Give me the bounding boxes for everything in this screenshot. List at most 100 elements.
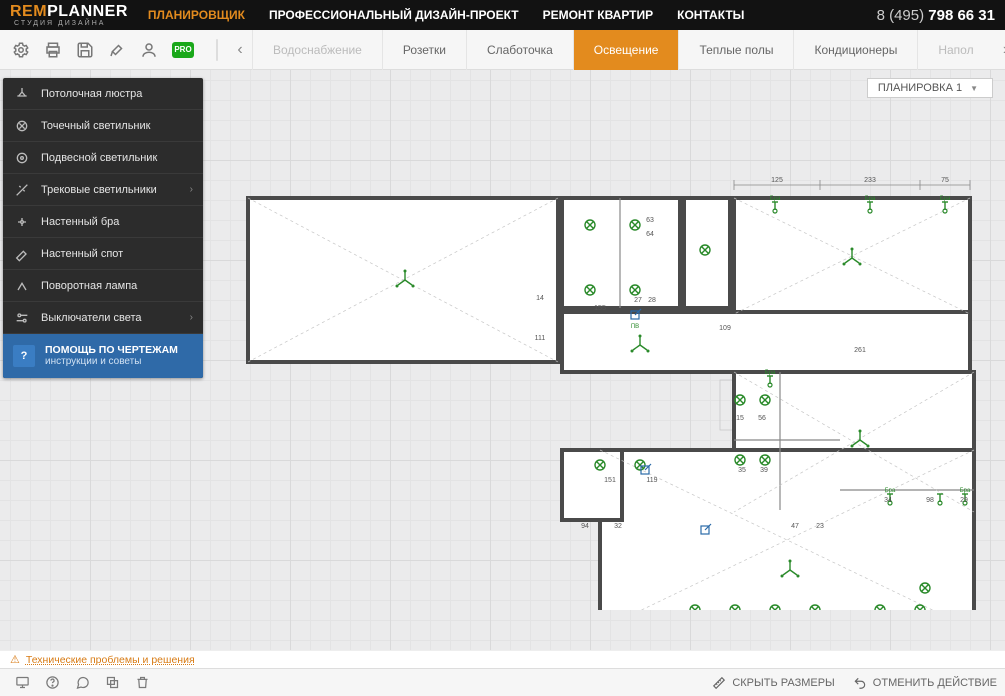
help-icon: ? — [13, 345, 35, 367]
dim-entry-a: 94 — [581, 523, 589, 530]
bra-label: Бра — [885, 488, 896, 494]
user-icon[interactable] — [134, 36, 164, 64]
wall-spot-icon — [13, 245, 31, 263]
floorplan-canvas[interactable]: 125 233 75 — [240, 130, 980, 610]
dim-corr-w: 109 — [719, 325, 731, 332]
nav-planner[interactable]: ПЛАНИРОВЩИК — [148, 8, 245, 22]
planning-dropdown[interactable]: ПЛАНИРОВКА 1 — [867, 78, 993, 98]
tab-lighting[interactable]: Освещение — [573, 30, 679, 70]
phone-main: 798 66 31 — [928, 7, 995, 24]
status-left — [8, 672, 156, 694]
problems-link[interactable]: Технические проблемы и решения — [26, 654, 195, 666]
dim-bath-s2: 28 — [648, 297, 656, 304]
help-circle-icon[interactable] — [38, 672, 66, 694]
view-2d-button[interactable]: 2D — [217, 40, 218, 60]
sidebar-item-swivel-lamp[interactable]: Поворотная лампа — [3, 270, 203, 302]
save-icon[interactable] — [70, 36, 100, 64]
dim-corr-long: 261 — [854, 347, 866, 354]
sidebar-item-label: Точечный светильник — [41, 120, 150, 132]
tab-sockets[interactable]: Розетки — [382, 30, 466, 70]
status-right: СКРЫТЬ РАЗМЕРЫ ОТМЕНИТЬ ДЕЙСТВИЕ — [712, 676, 997, 690]
sidebar-item-wall-bra[interactable]: Настенный бра — [3, 206, 203, 238]
lighting-palette: Потолочная люстра Точечный светильник По… — [3, 78, 203, 378]
tabs-next-icon[interactable]: › — [994, 30, 1005, 70]
hide-sizes-label: СКРЫТЬ РАЗМЕРЫ — [732, 677, 834, 689]
chandelier-icon — [13, 85, 31, 103]
phone-prefix: 8 (495) — [877, 7, 929, 24]
hide-sizes-button[interactable]: СКРЫТЬ РАЗМЕРЫ — [712, 676, 834, 690]
chat-icon[interactable] — [68, 672, 96, 694]
dim-left-hall: 111 — [535, 335, 546, 342]
pendant-icon — [13, 149, 31, 167]
sidebar-item-track-lights[interactable]: Трековые светильники › — [3, 174, 203, 206]
nav-design[interactable]: ПРОФЕССИОНАЛЬНЫЙ ДИЗАЙН-ПРОЕКТ — [269, 8, 519, 22]
swivel-icon — [13, 277, 31, 295]
undo-button[interactable]: ОТМЕНИТЬ ДЕЙСТВИЕ — [853, 676, 997, 690]
trash-icon[interactable] — [128, 672, 156, 694]
gear-icon[interactable] — [6, 36, 36, 64]
dim-bed-a: 15 — [736, 415, 744, 422]
switch-icon — [13, 309, 31, 327]
dim-liv-a: 47 — [791, 523, 799, 530]
dim-kitchen-c: 29 — [960, 497, 968, 504]
dim-hall-l: 151 — [604, 477, 616, 484]
workspace[interactable]: ПЛАНИРОВКА 1 Потолочная люстра Точечный … — [0, 70, 1005, 650]
tab-lowvolt[interactable]: Слаботочка — [466, 30, 573, 70]
print-icon[interactable] — [38, 36, 68, 64]
nav-contacts[interactable]: КОНТАКТЫ — [677, 8, 744, 22]
bra-label: Бра — [940, 196, 951, 202]
dim-hall-r: 119 — [646, 477, 657, 484]
logo-subtitle: СТУДИЯ ДИЗАЙНА — [14, 20, 128, 27]
sidebar-item-label: Выключатели света — [41, 312, 142, 324]
phone-number[interactable]: 8 (495) 798 66 31 — [877, 7, 995, 24]
sidebar-item-spot-light[interactable]: Точечный светильник — [3, 110, 203, 142]
tab-ac[interactable]: Кондиционеры — [793, 30, 917, 70]
top-nav: REMPLANNER СТУДИЯ ДИЗАЙНА ПЛАНИРОВЩИК ПР… — [0, 0, 1005, 30]
sidebar-item-label: Трековые светильники — [41, 184, 157, 196]
dim-bath-w: 155 — [594, 305, 606, 312]
problems-bar: ⚠ Технические проблемы и решения — [0, 650, 1005, 668]
dim-bath-h2: 64 — [646, 231, 654, 238]
tab-water[interactable]: Водоснабжение — [252, 30, 382, 70]
warning-icon: ⚠ — [10, 653, 20, 666]
tab-floor[interactable]: Напол — [917, 30, 993, 70]
sidebar-item-switches[interactable]: Выключатели света › — [3, 302, 203, 334]
chevron-right-icon: › — [190, 184, 193, 195]
dim-top-a: 125 — [771, 177, 783, 184]
sidebar-item-pendant-light[interactable]: Подвесной светильник — [3, 142, 203, 174]
tools-icon[interactable] — [102, 36, 132, 64]
view-toggle: 2D 3D — [216, 39, 218, 61]
toolbar: PRO 2D 3D ‹ Водоснабжение Розетки Слабот… — [0, 30, 1005, 70]
sidebar-item-ceiling-chandelier[interactable]: Потолочная люстра — [3, 78, 203, 110]
nav-renovation[interactable]: РЕМОНТ КВАРТИР — [543, 8, 654, 22]
bra-label: Бра — [770, 196, 781, 202]
sidebar-item-wall-spot[interactable]: Настенный спот — [3, 238, 203, 270]
dim-entry-b: 32 — [614, 523, 622, 530]
logo-planner: PLANNER — [47, 3, 128, 20]
chevron-right-icon: › — [190, 312, 193, 323]
copy-icon[interactable] — [98, 672, 126, 694]
bra-label: Бра — [865, 196, 876, 202]
tool-icons: PRO — [0, 36, 206, 64]
tab-strip: ‹ Водоснабжение Розетки Слаботочка Освещ… — [228, 30, 1005, 70]
undo-icon — [853, 676, 867, 690]
dim-bed-c: 35 — [738, 467, 746, 474]
sidebar-item-label: Подвесной светильник — [41, 152, 157, 164]
help-subtitle: инструкции и советы — [45, 356, 178, 368]
status-bar: СКРЫТЬ РАЗМЕРЫ ОТМЕНИТЬ ДЕЙСТВИЕ — [0, 668, 1005, 696]
dim-left-door: 14 — [536, 295, 544, 302]
dim-bath-s1: 27 — [634, 297, 642, 304]
sidebar-item-label: Настенный спот — [41, 248, 123, 260]
sidebar-item-help[interactable]: ? ПОМОЩЬ ПО ЧЕРТЕЖАМ инструкции и советы — [3, 334, 203, 378]
ruler-icon — [712, 676, 726, 690]
dim-top-b: 233 — [864, 177, 876, 184]
logo[interactable]: REMPLANNER СТУДИЯ ДИЗАЙНА — [10, 4, 128, 27]
sidebar-item-label: Настенный бра — [41, 216, 119, 228]
help-title: ПОМОЩЬ ПО ЧЕРТЕЖАМ — [45, 344, 178, 357]
pro-badge[interactable]: PRO — [172, 42, 194, 58]
monitor-icon[interactable] — [8, 672, 36, 694]
tab-heating[interactable]: Теплые полы — [678, 30, 793, 70]
dim-bath-h1: 63 — [646, 217, 654, 224]
tabs-prev-icon[interactable]: ‹ — [228, 30, 252, 70]
dim-bed-b: 56 — [758, 415, 766, 422]
